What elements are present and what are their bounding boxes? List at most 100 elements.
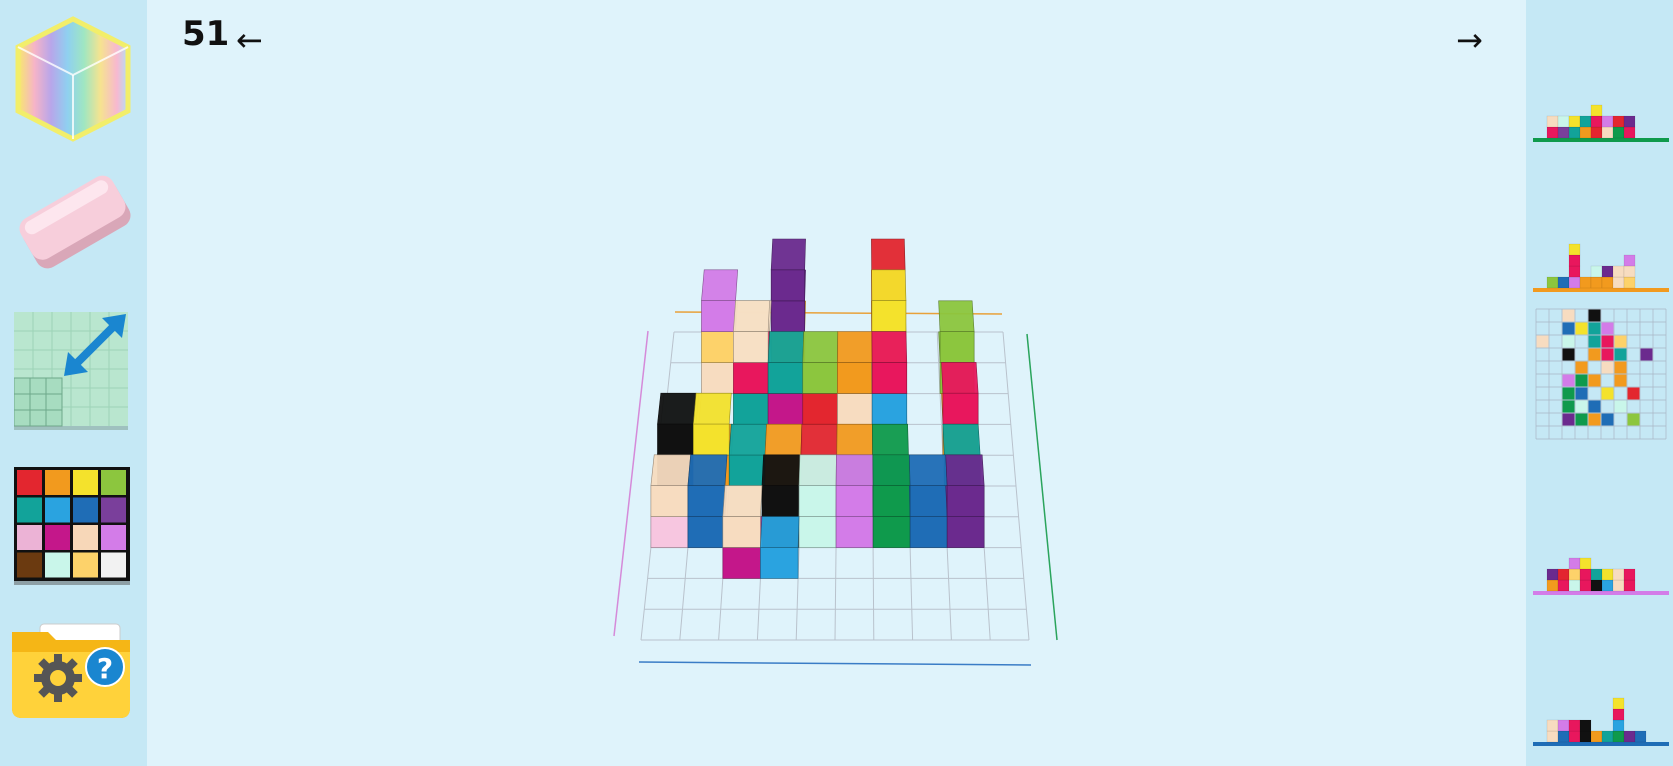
cube[interactable] (728, 423, 767, 487)
view-cell (1557, 126, 1570, 139)
view-cell (1557, 276, 1570, 289)
cube[interactable] (802, 331, 839, 394)
cube[interactable] (938, 300, 975, 363)
cube[interactable] (941, 362, 979, 425)
front-view-thumbnail[interactable] (1531, 82, 1671, 144)
cube[interactable] (908, 454, 948, 517)
cube[interactable] (770, 238, 806, 302)
view-cell (1623, 568, 1636, 581)
view-cell (1601, 387, 1614, 400)
view-cell (1568, 276, 1581, 289)
cube[interactable] (687, 454, 728, 517)
view-cell (1557, 730, 1570, 743)
cube-building-scene[interactable] (0, 0, 1526, 766)
view-cell (1623, 254, 1636, 267)
view-cell (1546, 730, 1559, 743)
view-cell (1568, 115, 1581, 128)
cube[interactable] (871, 269, 907, 332)
cube[interactable] (657, 392, 697, 456)
view-cell (1568, 579, 1581, 592)
view-cell (1601, 126, 1614, 139)
view-cell (1601, 322, 1614, 335)
view-cell (1614, 374, 1627, 387)
back-view-thumbnail[interactable] (1531, 535, 1671, 597)
cube[interactable] (767, 331, 805, 394)
view-cell (1623, 265, 1636, 278)
view-cell (1579, 719, 1592, 732)
view-cell (1579, 568, 1592, 581)
front-axis-line (638, 661, 1032, 666)
view-cell (1557, 579, 1570, 592)
other-side-view-thumbnail[interactable] (1531, 686, 1671, 748)
view-cell (1575, 374, 1588, 387)
view-cell (1590, 730, 1603, 743)
view-cell (1562, 374, 1575, 387)
view-cell (1579, 115, 1592, 128)
view-cell (1579, 276, 1592, 289)
view-cell (1612, 719, 1625, 732)
cube[interactable] (798, 454, 837, 517)
view-cell (1601, 568, 1614, 581)
view-cell (1590, 104, 1603, 117)
view-cell (1579, 557, 1592, 570)
top-view-thumbnail[interactable] (1535, 308, 1667, 440)
view-cell (1627, 413, 1640, 426)
cube[interactable] (733, 300, 770, 363)
view-cell (1623, 579, 1636, 592)
cube[interactable] (945, 454, 985, 517)
view-cell (1579, 730, 1592, 743)
cube[interactable] (650, 454, 691, 517)
view-cell (1568, 557, 1581, 570)
cube[interactable] (761, 454, 801, 517)
view-cell (1612, 126, 1625, 139)
right-axis-line (1026, 333, 1058, 641)
view-cell (1590, 276, 1603, 289)
left-axis-line (613, 330, 649, 637)
view-cell (1588, 335, 1601, 348)
view-cell (1623, 276, 1636, 289)
view-cell (1557, 115, 1570, 128)
view-cell (1588, 374, 1601, 387)
view-cell (1562, 348, 1575, 361)
view-cell (1601, 413, 1614, 426)
view-cell (1575, 361, 1588, 374)
cube[interactable] (760, 516, 800, 579)
view-cell (1601, 335, 1614, 348)
view-cell (1562, 309, 1575, 322)
view-cell (1568, 568, 1581, 581)
cube[interactable] (872, 454, 911, 517)
view-cell (1579, 126, 1592, 139)
view-cell (1623, 126, 1636, 139)
view-cell (1627, 387, 1640, 400)
cube[interactable] (701, 269, 739, 332)
view-cell (1588, 348, 1601, 361)
view-cell (1575, 413, 1588, 426)
cube[interactable] (871, 331, 908, 394)
view-cell (1588, 413, 1601, 426)
view-cell (1588, 322, 1601, 335)
view-cell (1568, 719, 1581, 732)
view-cell (1614, 400, 1627, 413)
view-cell (1568, 730, 1581, 743)
view-cell (1601, 265, 1614, 278)
view-cell (1562, 335, 1575, 348)
cube[interactable] (837, 331, 873, 394)
view-cell (1612, 265, 1625, 278)
view-cell (1612, 568, 1625, 581)
view-cell (1640, 348, 1653, 361)
view-cell (1590, 115, 1603, 128)
view-cell (1612, 697, 1625, 710)
view-cell (1575, 400, 1588, 413)
view-cell (1612, 115, 1625, 128)
cube-stacks[interactable] (650, 238, 985, 579)
view-cell (1601, 348, 1614, 361)
cube[interactable] (835, 454, 874, 517)
view-cell (1601, 361, 1614, 374)
view-cell (1614, 348, 1627, 361)
cube[interactable] (722, 485, 763, 548)
cube[interactable] (693, 392, 732, 456)
view-cell (1575, 387, 1588, 400)
view-cell (1612, 276, 1625, 289)
view-cell (1568, 243, 1581, 256)
side-view-thumbnail[interactable] (1531, 232, 1671, 294)
